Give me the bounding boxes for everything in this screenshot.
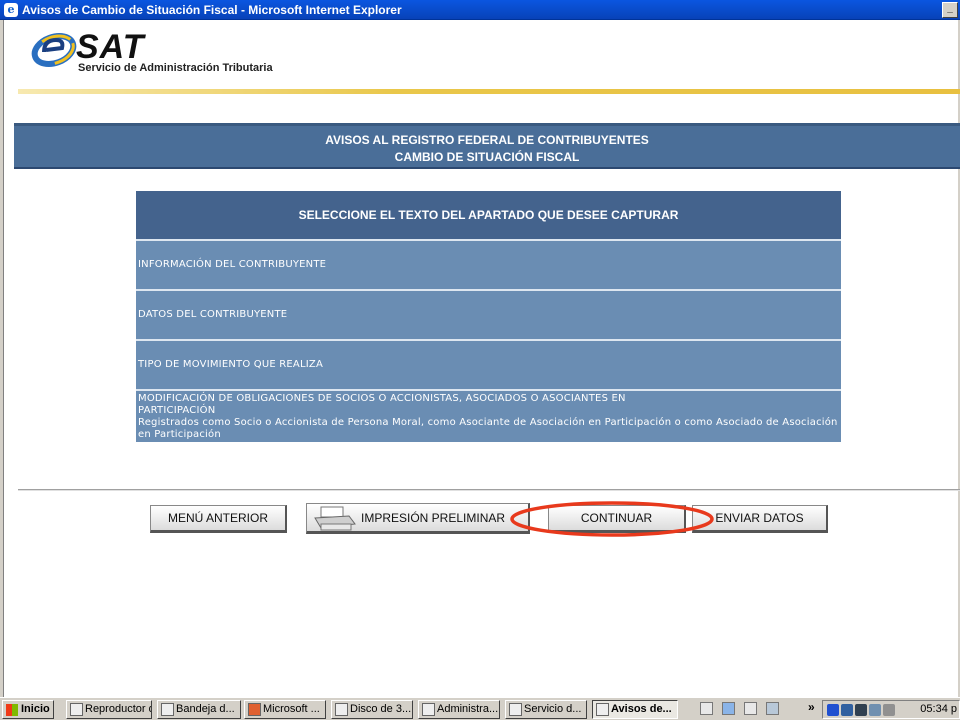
start-label: Inicio [21, 703, 50, 715]
continuar-button[interactable]: CONTINUAR [548, 505, 686, 533]
section-link-modificacion[interactable]: MODIFICACIÓN DE OBLIGACIONES DE SOCIOS O… [136, 389, 841, 442]
gold-divider [18, 89, 960, 94]
section-link-tipo-movimiento[interactable]: TIPO DE MOVIMIENTO QUE REALIZA [136, 339, 841, 389]
task-label: Servicio d... [524, 703, 582, 715]
sat-subtitle: Servicio de Administración Tributaria [78, 62, 273, 74]
quicklaunch-desktop-icon[interactable] [766, 702, 779, 715]
menu-anterior-button[interactable]: MENÚ ANTERIOR [150, 505, 287, 533]
window-frame-left [0, 20, 4, 697]
disk-icon [335, 703, 348, 716]
task-microsoft[interactable]: Microsoft ... [244, 700, 326, 719]
page-header: AVISOS AL REGISTRO FEDERAL DE CONTRIBUYE… [14, 123, 960, 169]
ie-icon [509, 703, 522, 716]
task-bandeja[interactable]: Bandeja d... [157, 700, 241, 719]
task-label: Disco de 3... [350, 703, 412, 715]
panel-title: SELECCIONE EL TEXTO DEL APARTADO QUE DES… [136, 191, 841, 239]
printer-icon [314, 506, 356, 531]
window-title: Avisos de Cambio de Situación Fiscal - M… [22, 3, 402, 17]
task-label: Bandeja d... [176, 703, 235, 715]
task-label: Reproductor d... [85, 703, 151, 715]
quicklaunch-ie-icon[interactable] [722, 702, 735, 715]
impresion-preliminar-button[interactable]: IMPRESIÓN PRELIMINAR [306, 503, 530, 534]
task-avisos[interactable]: Avisos de... [592, 700, 678, 719]
esat-swirl-icon [31, 32, 77, 68]
section-label[interactable]: TIPO DE MOVIMIENTO QUE REALIZA [138, 359, 323, 370]
quicklaunch-edit-icon[interactable] [700, 702, 713, 715]
task-servicio[interactable]: Servicio d... [505, 700, 587, 719]
start-button[interactable]: Inicio [2, 700, 54, 719]
task-label: Administra... [437, 703, 499, 715]
header-line-1: AVISOS AL REGISTRO FEDERAL DE CONTRIBUYE… [325, 133, 649, 147]
impresion-label: IMPRESIÓN PRELIMINAR [361, 511, 506, 525]
sat-wordmark: SAT [76, 28, 145, 66]
mail-icon [161, 703, 174, 716]
section-label[interactable]: DATOS DEL CONTRIBUYENTE [138, 309, 287, 320]
taskbar: Inicio Reproductor d... Bandeja d... Mic… [0, 697, 960, 720]
ie-icon [596, 703, 609, 716]
task-administra[interactable]: Administra... [418, 700, 500, 719]
section-label[interactable]: INFORMACIÓN DEL CONTRIBUYENTE [138, 259, 326, 270]
quicklaunch-folder-icon[interactable] [744, 702, 757, 715]
window-titlebar: e Avisos de Cambio de Situación Fiscal -… [0, 0, 960, 20]
section-detail[interactable]: Registrados como Socio o Accionista de P… [138, 417, 841, 441]
esat-logo: SAT Servicio de Administración Tributari… [30, 28, 290, 78]
header-line-2: CAMBIO DE SITUACIÓN FISCAL [394, 150, 580, 164]
taskbar-overflow-chevron[interactable]: » [808, 700, 815, 714]
gray-divider [18, 489, 960, 491]
task-reproductor[interactable]: Reproductor d... [66, 700, 152, 719]
minimize-button[interactable]: _ [942, 2, 958, 18]
tray-media-icon[interactable] [827, 704, 839, 716]
section-selector-panel: SELECCIONE EL TEXTO DEL APARTADO QUE DES… [136, 191, 841, 442]
task-disco[interactable]: Disco de 3... [331, 700, 413, 719]
clock[interactable]: 05:34 p [920, 701, 957, 718]
section-link-datos[interactable]: DATOS DEL CONTRIBUYENTE [136, 289, 841, 339]
ie-icon: e [4, 3, 18, 17]
powerpoint-icon [248, 703, 261, 716]
section-link-informacion[interactable]: INFORMACIÓN DEL CONTRIBUYENTE [136, 239, 841, 289]
windows-flag-icon [6, 704, 18, 716]
task-label: Avisos de... [611, 703, 672, 715]
task-label: Microsoft ... [263, 703, 320, 715]
tray-printer-icon[interactable] [869, 704, 881, 716]
enviar-datos-button[interactable]: ENVIAR DATOS [692, 505, 828, 533]
system-tray: 05:34 p [822, 700, 960, 719]
media-player-icon [70, 703, 83, 716]
ie-icon [422, 703, 435, 716]
tray-network-icon[interactable] [841, 704, 853, 716]
volume-icon[interactable] [883, 704, 895, 716]
tray-security-icon[interactable] [855, 704, 867, 716]
section-label[interactable]: MODIFICACIÓN DE OBLIGACIONES DE SOCIOS O… [138, 393, 841, 417]
